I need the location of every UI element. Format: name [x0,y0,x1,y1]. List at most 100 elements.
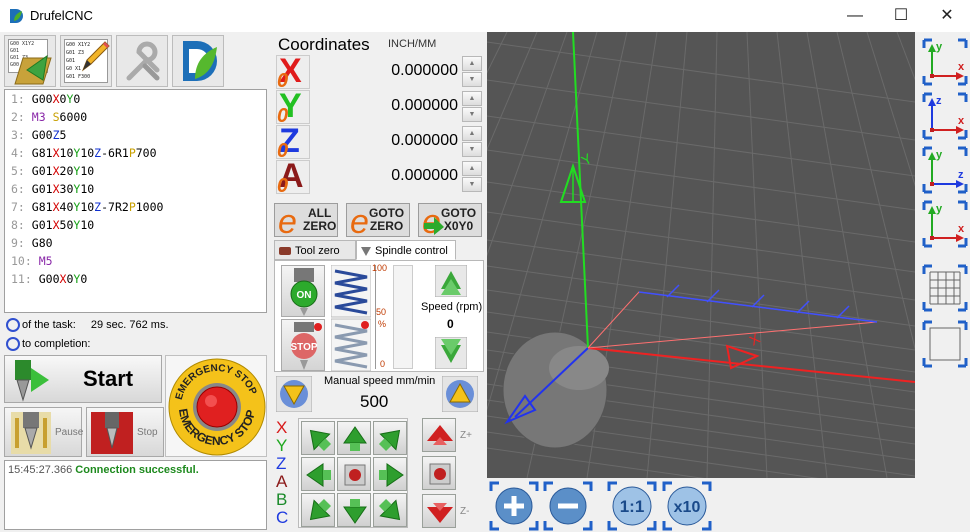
spindle-speed-slider[interactable] [393,265,413,369]
jog-axis-a[interactable]: A [276,473,287,490]
view-zy-button[interactable]: yz [918,142,968,194]
tab-tool-zero[interactable]: Tool zero [274,240,356,260]
start-button[interactable]: Start [4,355,162,403]
units-toggle[interactable]: INCH/MM [388,38,436,50]
gcode-line[interactable]: 7: G81X40Y10Z-7R2P1000 [5,198,266,216]
jog-up-right-button[interactable] [373,421,407,455]
zoom-in-button[interactable] [489,481,539,531]
view-3d-button[interactable]: yx [918,196,968,248]
3d-viewport[interactable]: YX [286,31,970,509]
close-button[interactable]: ✕ [924,0,970,32]
z-plus-button[interactable] [422,418,456,452]
jog-left-button[interactable] [301,457,335,491]
axis-view-icon: yz [922,146,968,194]
gcode-line[interactable]: 3: G00Z5 [5,126,266,144]
goto-x0y0-button[interactable]: e GOTO X0Y0 [418,203,482,237]
gcode-token: M5 [38,254,53,268]
jog-right-button[interactable] [373,457,407,491]
jog-panel: XYZABC Z+ Z- [274,416,484,530]
view-xz-button[interactable]: zx [918,88,968,140]
axis-increment-button[interactable]: ▲ [462,91,482,106]
view-axis-b-label: z [958,169,964,181]
line-number: 10: [11,254,32,268]
manual-speed-value[interactable]: 500 [360,392,388,412]
edit-file-button[interactable]: G00 X1Y2 G01 Z3 G01 G0 X1 G01 F300 [60,35,112,87]
axis-zero-button-z[interactable]: Z0 [276,122,310,162]
gcode-token: -6R1 [101,146,129,160]
arrow-down-left-icon [309,498,332,521]
goto-zero-button[interactable]: e GOTO ZERO [346,203,410,237]
zoom-x10-button[interactable]: x10 [662,481,712,531]
tab-spindle-control-label: Spindle control [375,245,448,257]
stop-button[interactable]: Stop [86,407,164,457]
tab-spindle-control[interactable]: Spindle control [356,240,456,260]
zoom-out-button[interactable] [543,481,593,531]
maximize-button[interactable]: ☐ [878,0,924,32]
jog-up-left-button[interactable] [301,421,335,455]
jog-down-right-button[interactable] [373,493,407,527]
z-home-button[interactable] [422,456,456,490]
scale-bottom-label: 0 [380,359,386,369]
spindle-on-button[interactable]: ON [281,265,325,317]
jog-axis-z[interactable]: Z [276,455,286,472]
pause-button[interactable]: Pause [4,407,83,457]
settings-button[interactable] [116,35,168,87]
zoom-reset-button[interactable]: 1:1 [607,481,657,531]
minimize-button[interactable]: — [832,0,878,32]
grid-toggle-button[interactable] [918,260,968,312]
axis-increment-button[interactable]: ▲ [462,161,482,176]
axis-value[interactable]: 0.000000 [391,132,458,150]
gcode-token: M3 [31,110,53,124]
emergency-stop-button[interactable]: EMERGENCY STOP EMERGENCY STOP [165,355,267,457]
axis-zero-button-x[interactable]: X0 [276,52,310,92]
about-button[interactable] [172,35,224,87]
gcode-line[interactable]: 6: G01X30Y10 [5,180,266,198]
gcode-line[interactable]: 9: G80 [5,234,266,252]
gcode-line[interactable]: 1: G00X0Y0 [5,90,266,108]
frame-toggle-button[interactable] [918,316,968,368]
jog-axis-b[interactable]: B [276,491,287,508]
axis-value[interactable]: 0.000000 [391,62,458,80]
gcode-line[interactable]: 10: M5 [5,252,266,270]
gcode-token: 700 [135,146,157,160]
open-file-button[interactable]: G00 X1Y2 G01 G01 Z3 G00 [4,35,56,87]
all-zero-button[interactable]: e ALL ZERO [274,203,338,237]
speed-down-icon[interactable] [435,337,467,369]
view-xy-button[interactable]: yx [918,34,968,86]
axis-decrement-button[interactable]: ▼ [462,107,482,122]
spindle-stop-button[interactable]: STOP [281,319,325,371]
arrow-down-icon [343,499,367,524]
gcode-token: G80 [31,236,53,250]
axis-value[interactable]: 0.000000 [391,97,458,115]
jog-down-left-button[interactable] [301,493,335,527]
axis-zero-button-a[interactable]: A0 [276,157,310,197]
axis-value[interactable]: 0.000000 [391,167,458,185]
manual-speed-up-icon[interactable] [442,376,478,412]
line-number: 6: [11,182,25,196]
gcode-line[interactable]: 4: G81X10Y10Z-6R1P700 [5,144,266,162]
z-minus-button[interactable] [422,494,456,528]
jog-center-button[interactable] [337,457,371,491]
jog-axis-y[interactable]: Y [276,437,287,454]
manual-speed-down-icon[interactable] [276,376,312,412]
axis-increment-button[interactable]: ▲ [462,126,482,141]
jog-axis-c[interactable]: C [276,509,288,526]
jog-up-button[interactable] [337,421,371,455]
axis-increment-button[interactable]: ▲ [462,56,482,71]
gcode-editor[interactable]: 1: G00X0Y0 2: M3 S6000 3: G00Z5 4: G81X10Y1… [4,89,267,313]
jog-axis-x[interactable]: X [276,419,287,436]
axis-zero-button-y[interactable]: Y0 [276,87,310,127]
center-icon [344,464,366,486]
gcode-line[interactable]: 5: G01X20Y10 [5,162,266,180]
gcode-line[interactable]: 11: G00X0Y0 [5,270,266,288]
jog-axis-letters: XYZABC [274,419,292,530]
axis-decrement-button[interactable]: ▼ [462,72,482,87]
log-console[interactable]: 15:45:27.366 Connection successful. [4,460,267,530]
view-axis-b-label: x [958,223,965,235]
gcode-line[interactable]: 2: M3 S6000 [5,108,266,126]
jog-down-button[interactable] [337,493,371,527]
speed-up-icon[interactable] [435,265,467,297]
axis-decrement-button[interactable]: ▼ [462,177,482,192]
axis-decrement-button[interactable]: ▼ [462,142,482,157]
gcode-line[interactable]: 8: G01X50Y10 [5,216,266,234]
